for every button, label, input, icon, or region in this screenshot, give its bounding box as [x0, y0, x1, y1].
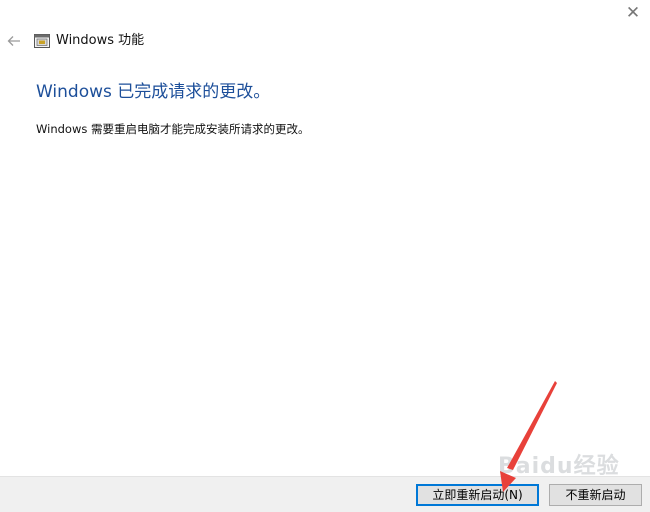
restart-now-button[interactable]: 立即重新启动(N)	[416, 484, 539, 506]
status-heading: Windows 已完成请求的更改。	[36, 82, 271, 102]
button-bar: 立即重新启动(N) 不重新启动	[0, 476, 650, 512]
dont-restart-button[interactable]: 不重新启动	[549, 484, 642, 506]
annotation-arrow-icon	[500, 381, 557, 492]
back-button[interactable]	[4, 31, 24, 51]
back-arrow-icon	[7, 36, 20, 46]
status-message: Windows 需要重启电脑才能完成安装所请求的更改。	[36, 122, 310, 136]
windows-features-icon	[34, 34, 50, 48]
dialog-window: ✕ Windows 功能 Windows 已完成请求的更改。 Windows 需…	[0, 0, 650, 512]
close-button[interactable]: ✕	[616, 0, 650, 26]
close-icon: ✕	[625, 2, 641, 23]
window-title: Windows 功能	[56, 33, 145, 48]
title-bar: ✕ Windows 功能	[0, 0, 650, 64]
